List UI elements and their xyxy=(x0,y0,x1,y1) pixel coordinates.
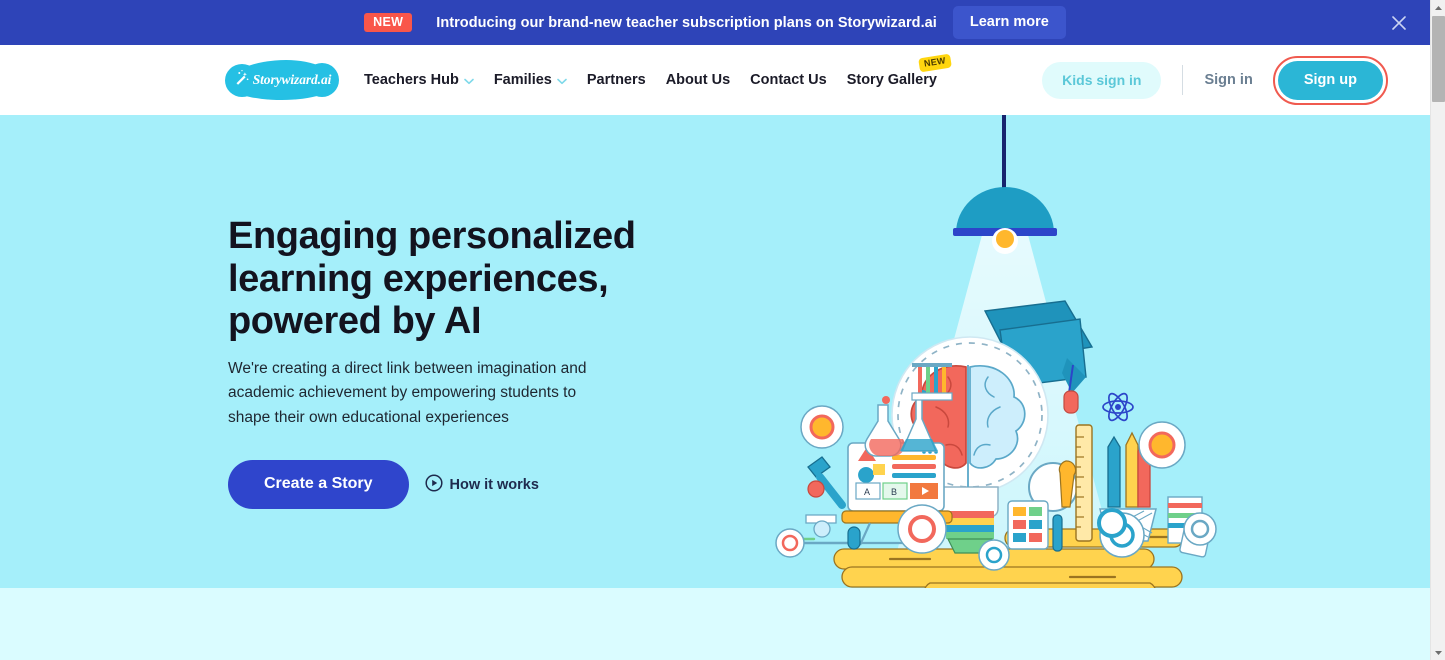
nav-item-label: About Us xyxy=(665,72,731,88)
page-content: NEW Introducing our brand-new teacher su… xyxy=(0,0,1430,660)
sign-up-button-wrapper: Sign up xyxy=(1272,55,1388,105)
nav-item-families[interactable]: Families xyxy=(484,45,577,115)
announcement-banner: NEW Introducing our brand-new teacher su… xyxy=(0,0,1430,45)
browser-viewport: NEW Introducing our brand-new teacher su… xyxy=(0,0,1445,660)
scrollbar-thumb[interactable] xyxy=(1432,16,1445,102)
sign-up-button[interactable]: Sign up xyxy=(1277,60,1383,100)
chevron-down-icon xyxy=(557,46,567,116)
banner-new-badge: NEW xyxy=(364,12,413,33)
logo-text: Storywizard.ai xyxy=(252,72,332,87)
browser-scrollbar[interactable] xyxy=(1430,0,1445,660)
hero-section: Engaging personalized learning experienc… xyxy=(0,115,1430,588)
nav-item-label: Story Gallery xyxy=(846,72,937,88)
close-icon[interactable] xyxy=(1386,10,1412,36)
nav-item-story-gallery[interactable]: Story Gallery NEW xyxy=(837,45,952,115)
chevron-down-icon xyxy=(464,46,474,116)
site-header: Storywizard.ai Teachers Hub Families Par… xyxy=(0,45,1430,115)
announcement-banner-content: NEW Introducing our brand-new teacher su… xyxy=(364,6,1066,39)
scrollbar-down-arrow[interactable] xyxy=(1431,645,1445,660)
header-divider xyxy=(1182,65,1184,95)
magic-wand-icon xyxy=(233,69,250,91)
svg-text:B: B xyxy=(891,487,897,497)
hero-copy: Engaging personalized learning experienc… xyxy=(228,215,648,510)
logo-inner: Storywizard.ai xyxy=(228,60,336,100)
nav-item-label: Contact Us xyxy=(750,72,827,88)
header-actions: Kids sign in Sign in Sign up xyxy=(1042,55,1402,105)
nav-item-label: Partners xyxy=(586,72,646,88)
nav-item-teachers-hub[interactable]: Teachers Hub xyxy=(354,45,484,115)
how-it-works-label: How it works xyxy=(449,476,539,493)
logo[interactable]: Storywizard.ai xyxy=(225,60,339,100)
scrollbar-up-arrow[interactable] xyxy=(1431,0,1445,15)
banner-message: Introducing our brand-new teacher subscr… xyxy=(436,14,937,31)
nav-item-about-us[interactable]: About Us xyxy=(656,45,740,115)
sign-in-link[interactable]: Sign in xyxy=(1204,72,1252,88)
nav-item-label: Families xyxy=(493,72,552,88)
below-hero-section xyxy=(0,588,1430,660)
play-circle-icon xyxy=(424,474,443,496)
kids-sign-in-button[interactable]: Kids sign in xyxy=(1042,61,1162,99)
nav-item-label: Teachers Hub xyxy=(364,72,459,88)
hero-actions: Create a Story How it works xyxy=(228,460,648,510)
main-navigation: Teachers Hub Families Partners About Us … xyxy=(354,45,952,115)
hero-subtitle: We're creating a direct link between ima… xyxy=(228,359,587,426)
nav-item-contact-us[interactable]: Contact Us xyxy=(740,45,837,115)
create-a-story-button[interactable]: Create a Story xyxy=(228,460,409,510)
learn-more-button[interactable]: Learn more xyxy=(952,6,1066,39)
nav-item-partners[interactable]: Partners xyxy=(577,45,656,115)
hero-title: Engaging personalized learning experienc… xyxy=(228,215,636,343)
svg-text:A: A xyxy=(864,487,870,497)
education-lightbulb-brain-illustration: A B xyxy=(770,115,1240,588)
how-it-works-link[interactable]: How it works xyxy=(424,474,539,496)
